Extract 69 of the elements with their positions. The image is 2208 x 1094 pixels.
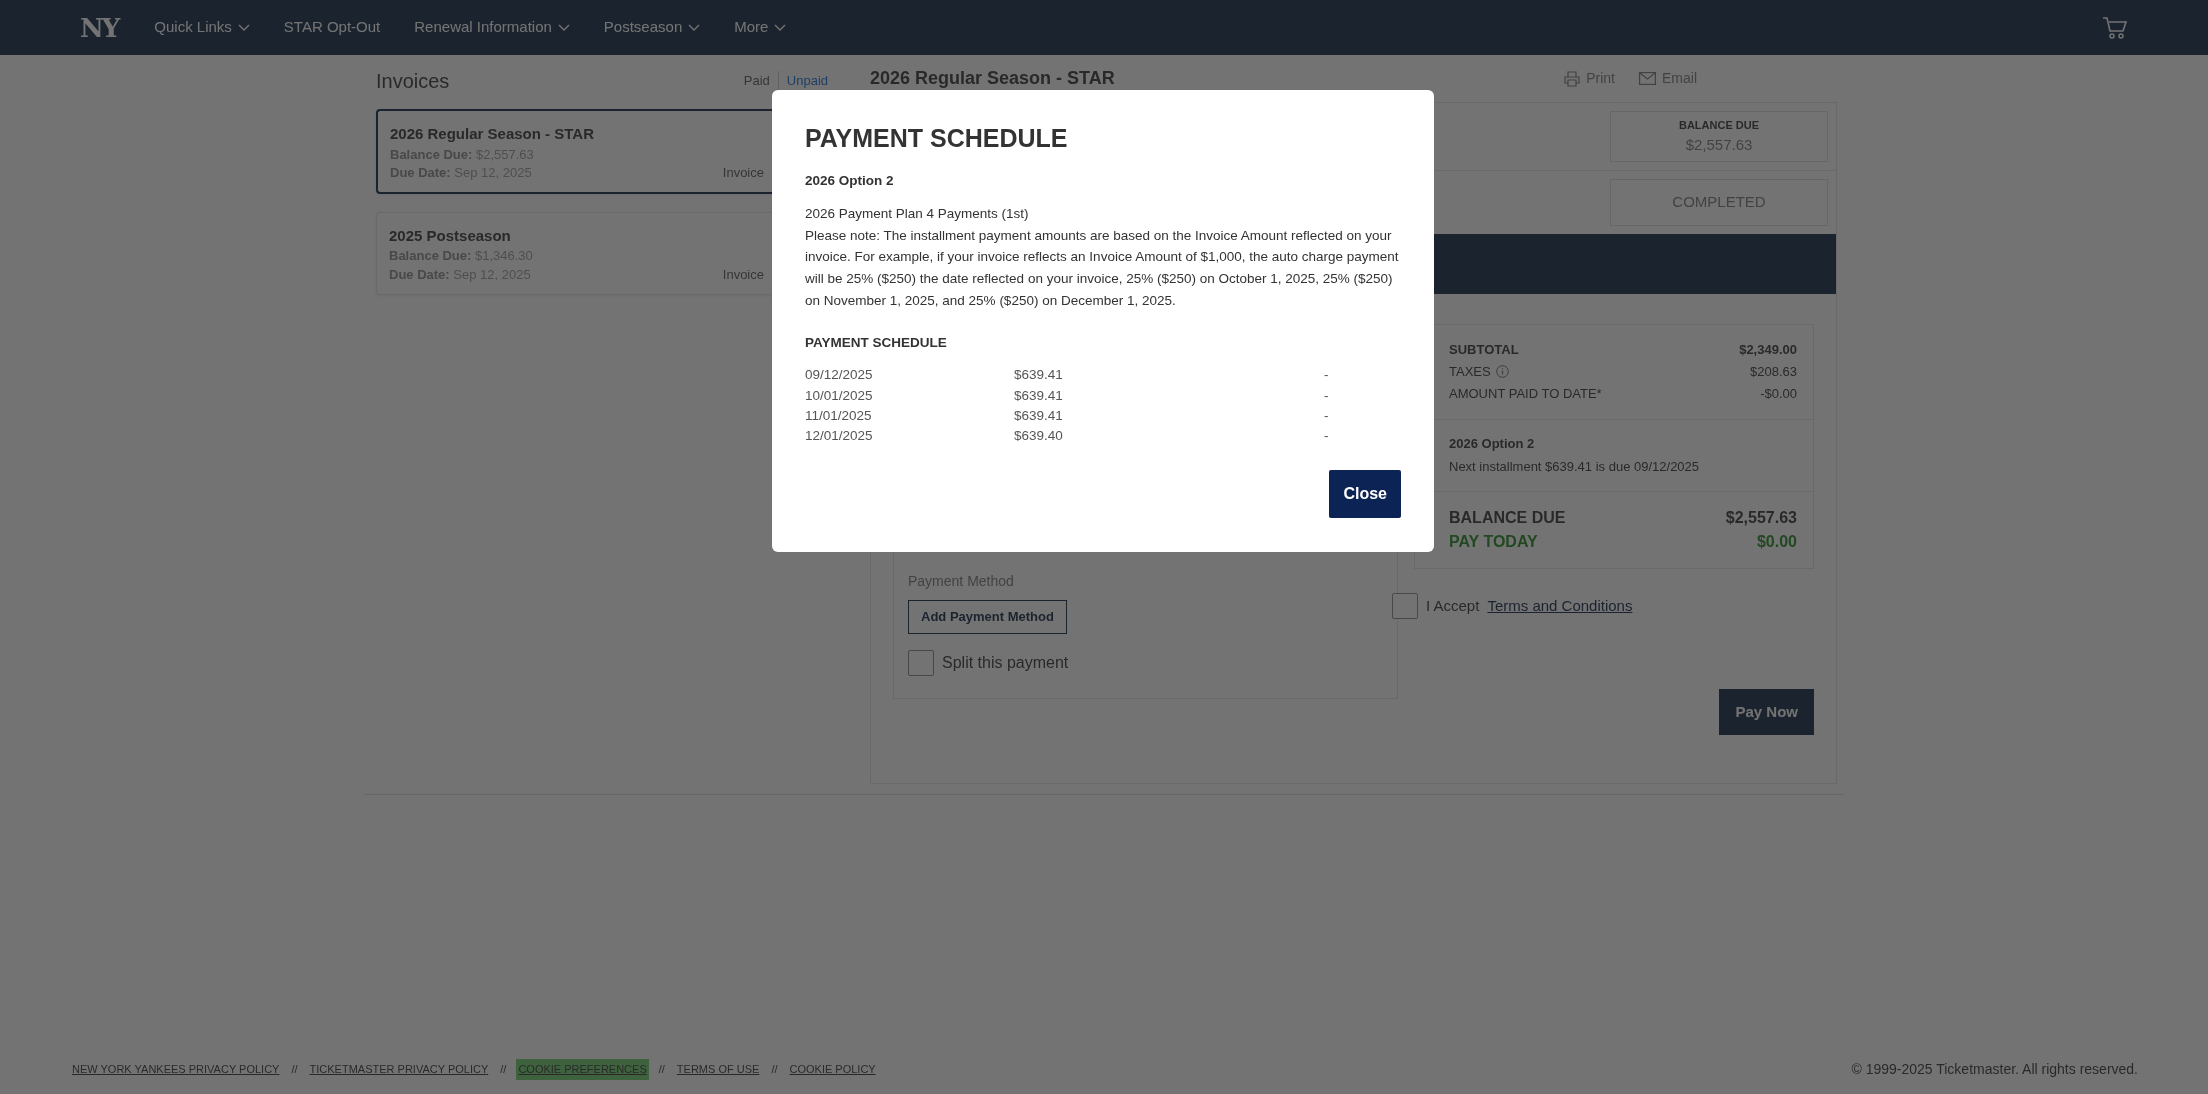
- checkbox-label: Split this payment: [942, 652, 1069, 673]
- balance-due-value: $2,557.63: [1725, 507, 1797, 528]
- schedule-date: 11/01/2025: [805, 406, 873, 425]
- add-payment-method-button[interactable]: Add Payment Method: [908, 600, 1067, 634]
- schedule-status: -: [1324, 386, 1330, 405]
- summary-value: $2,349.00: [1739, 340, 1797, 359]
- summary-label: AMOUNT PAID TO DATE*: [1449, 384, 1602, 403]
- plan-name: 2026 Option 2: [805, 172, 895, 190]
- footer-link[interactable]: COOKIE POLICY: [787, 1059, 878, 1080]
- plan-line: 2026 Payment Plan 4 Payments (1st): [805, 205, 1030, 224]
- schedule-title: PAYMENT SCHEDULE: [805, 334, 948, 353]
- info-icon: [1495, 365, 1509, 379]
- schedule-amount: $639.41: [1014, 386, 1064, 405]
- separator: //: [771, 1062, 778, 1078]
- footer-link[interactable]: COOKIE PREFERENCES: [516, 1059, 649, 1080]
- separator: //: [291, 1062, 298, 1078]
- invoice-label: Invoice: [722, 265, 764, 284]
- pay-today-label: PAY TODAY: [1449, 531, 1538, 552]
- schedule-status: -: [1324, 366, 1330, 385]
- installment-text: Next installment $639.41 is due 09/12/2025: [1449, 458, 1701, 477]
- modal-title: PAYMENT SCHEDULE: [805, 123, 1069, 153]
- schedule-date: 10/01/2025: [805, 386, 874, 405]
- caret-icon: [557, 23, 570, 32]
- summary-label: SUBTOTAL: [1449, 340, 1519, 359]
- schedule-date: 09/12/2025: [805, 366, 874, 385]
- footer-link[interactable]: NEW YORK YANKEES PRIVACY POLICY: [70, 1059, 282, 1080]
- plan-title: 2026 Option 2: [1449, 434, 1536, 453]
- nav-link[interactable]: More: [734, 16, 787, 39]
- invoice-label: Invoice: [722, 163, 764, 182]
- balance-due-label: BALANCE DUE: [1449, 507, 1566, 528]
- copyright-text: © 1999-2025 Ticketmaster. All rights reserved.: [1851, 1060, 2138, 1079]
- checkbox[interactable]: [1392, 592, 1418, 619]
- note-text: Please note: The installment payment amounts are based on the Invoice Amount reflected on your invoice. For example, if your invoice reflects an Invoice Amount of $1,000, the auto charge payment will be 25% ($250) the date reflected on your invoice, 25% ($250) on October 1, 2025, 25% ($250) on November 1, 2025, and 25% ($250) on December 1, 2025.: [805, 226, 1400, 310]
- close-button[interactable]: Close: [1329, 470, 1401, 519]
- accept-label: I Accept: [1426, 595, 1480, 616]
- summary-value: $208.63: [1750, 362, 1797, 381]
- schedule-status: -: [1324, 427, 1330, 446]
- summary-value: -$0.00: [1760, 384, 1797, 403]
- envelope-icon: [1639, 72, 1656, 85]
- invoice-title: 2026 Regular Season - STAR: [870, 67, 1115, 90]
- invoice-title: 2025 Postseason: [389, 225, 512, 246]
- footer-link[interactable]: TERMS OF USE: [674, 1059, 762, 1080]
- separator: //: [500, 1062, 507, 1078]
- summary-label: TAXES: [1449, 362, 1491, 381]
- caret-icon: [774, 23, 787, 32]
- schedule-amount: $639.41: [1014, 366, 1064, 385]
- invoice-title: 2026 Regular Season - STAR: [390, 124, 595, 144]
- terms-link[interactable]: Terms and Conditions: [1487, 594, 1633, 618]
- separator: //: [658, 1062, 665, 1078]
- schedule-status: -: [1324, 406, 1330, 425]
- balance-due-label: BALANCE DUE: [1677, 118, 1761, 133]
- filter-tab[interactable]: Paid: [735, 71, 778, 91]
- schedule-date: 12/01/2025: [805, 427, 874, 446]
- section-title: Invoices: [376, 69, 450, 93]
- schedule-amount: $639.41: [1014, 406, 1064, 425]
- nav-link[interactable]: STAR Opt-Out: [283, 16, 381, 39]
- schedule-amount: $639.40: [1014, 427, 1064, 446]
- pay-now-button[interactable]: Pay Now: [1719, 688, 1814, 736]
- caret-icon: [237, 23, 250, 32]
- nav-link[interactable]: Quick Links: [154, 16, 250, 39]
- nav-link[interactable]: Renewal Information: [414, 16, 570, 39]
- nav-link[interactable]: Postseason: [603, 16, 701, 39]
- pay-today-value: $0.00: [1756, 531, 1797, 552]
- footer-link[interactable]: TICKETMASTER PRIVACY POLICY: [307, 1059, 491, 1080]
- checkbox[interactable]: [908, 649, 934, 676]
- cart-icon[interactable]: [2102, 15, 2128, 40]
- logo[interactable]: NY: [80, 14, 121, 41]
- printer-icon: [1564, 70, 1581, 87]
- caret-icon: [688, 23, 701, 32]
